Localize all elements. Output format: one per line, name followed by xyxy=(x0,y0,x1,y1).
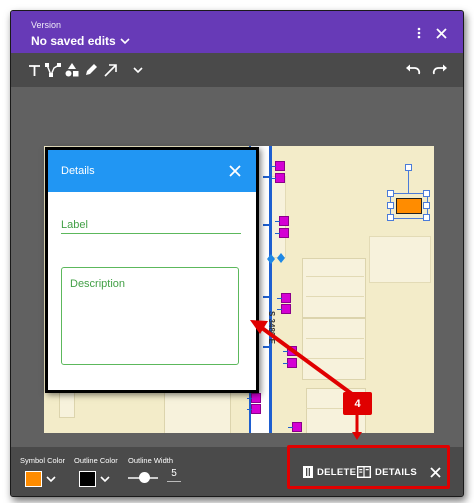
annotation-arrows xyxy=(250,320,362,440)
arrow-head xyxy=(352,432,362,440)
step-callout: 4 xyxy=(343,392,372,415)
